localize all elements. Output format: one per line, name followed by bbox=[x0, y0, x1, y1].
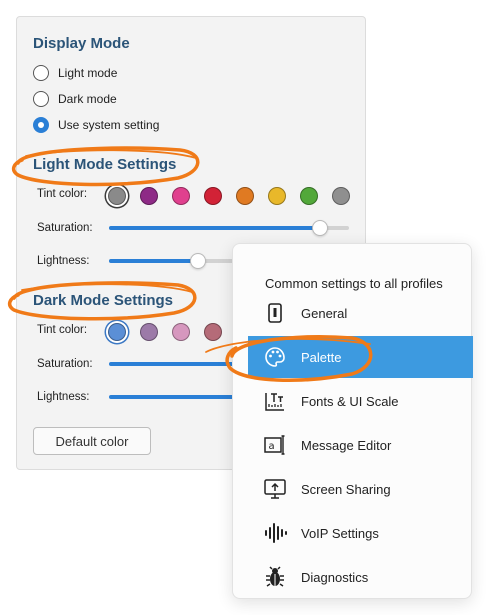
menu-item-fonts-ui-scale[interactable]: Fonts & UI Scale bbox=[248, 380, 473, 422]
menu-item-label: Screen Sharing bbox=[301, 481, 391, 497]
slider-thumb[interactable] bbox=[312, 220, 329, 236]
tint-swatch[interactable] bbox=[108, 323, 126, 341]
menu-item-diagnostics[interactable]: Diagnostics bbox=[248, 556, 473, 598]
menu-item-screen-sharing[interactable]: Screen Sharing bbox=[248, 468, 473, 510]
menu-title: Common settings to all profiles bbox=[265, 276, 443, 291]
palette-icon bbox=[261, 343, 289, 371]
light-lightness-label: Lightness: bbox=[37, 255, 90, 267]
tint-swatch[interactable] bbox=[108, 187, 126, 205]
dark-mode-radio[interactable]: Dark mode bbox=[33, 89, 117, 109]
tint-swatch[interactable] bbox=[300, 187, 318, 205]
menu-item-message-editor[interactable]: a Message Editor bbox=[248, 424, 473, 466]
display-mode-heading: Display Mode bbox=[33, 35, 130, 52]
slider-thumb[interactable] bbox=[189, 253, 206, 269]
dark-mode-heading: Dark Mode Settings bbox=[33, 292, 174, 309]
dark-mode-label: Dark mode bbox=[58, 92, 117, 106]
menu-item-label: Palette bbox=[301, 349, 342, 365]
tint-swatch[interactable] bbox=[236, 187, 254, 205]
dark-lightness-label: Lightness: bbox=[37, 391, 90, 403]
system-setting-radio[interactable]: Use system setting bbox=[33, 115, 159, 135]
menu-item-label: Fonts & UI Scale bbox=[301, 393, 399, 409]
svg-text:a: a bbox=[269, 441, 275, 452]
tint-swatch[interactable] bbox=[204, 323, 222, 341]
menu-item-general[interactable]: General bbox=[248, 292, 473, 334]
diagnostics-icon bbox=[261, 563, 289, 591]
radio-selected-icon bbox=[33, 117, 49, 133]
menu-item-label: VoIP Settings bbox=[301, 525, 379, 541]
tint-swatch[interactable] bbox=[268, 187, 286, 205]
light-saturation-slider[interactable] bbox=[109, 220, 349, 236]
menu-item-label: General bbox=[301, 305, 348, 321]
slider-fill bbox=[109, 226, 321, 230]
menu-item-label: Diagnostics bbox=[301, 569, 369, 585]
fonts-scale-icon bbox=[261, 387, 289, 415]
light-mode-label: Light mode bbox=[58, 66, 118, 80]
tint-swatch[interactable] bbox=[140, 187, 158, 205]
tint-swatch[interactable] bbox=[172, 187, 190, 205]
default-color-button[interactable]: Default color bbox=[33, 427, 151, 455]
system-setting-label: Use system setting bbox=[58, 118, 160, 132]
radio-unselected-icon bbox=[33, 65, 49, 81]
general-icon bbox=[261, 299, 289, 327]
light-tint-label: Tint color: bbox=[37, 188, 88, 200]
tint-swatch[interactable] bbox=[332, 187, 350, 205]
menu-item-label: Message Editor bbox=[301, 437, 392, 453]
light-mode-heading: Light Mode Settings bbox=[33, 156, 177, 173]
light-saturation-label: Saturation: bbox=[37, 222, 93, 234]
radio-unselected-icon bbox=[33, 91, 49, 107]
light-mode-radio[interactable]: Light mode bbox=[33, 63, 117, 83]
menu-item-palette[interactable]: Palette bbox=[248, 336, 473, 378]
menu-item-voip-settings[interactable]: VoIP Settings bbox=[248, 512, 473, 554]
screen-sharing-icon bbox=[261, 475, 289, 503]
voip-icon bbox=[261, 519, 289, 547]
tint-swatch[interactable] bbox=[140, 323, 158, 341]
tint-swatch[interactable] bbox=[172, 323, 190, 341]
dark-tint-label: Tint color: bbox=[37, 324, 88, 336]
dark-saturation-label: Saturation: bbox=[37, 358, 93, 370]
tint-swatch[interactable] bbox=[204, 187, 222, 205]
message-editor-icon: a bbox=[261, 431, 289, 459]
slider-fill bbox=[109, 259, 198, 263]
profile-settings-menu: Common settings to all profiles General … bbox=[232, 243, 473, 599]
